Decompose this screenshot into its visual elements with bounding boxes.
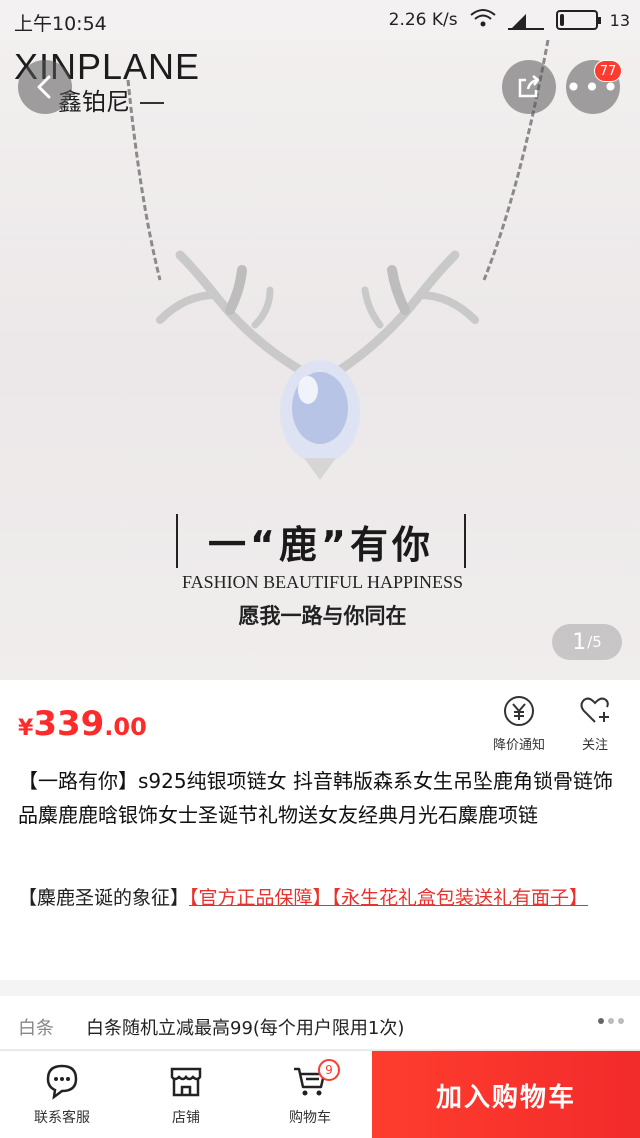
baitiao-label: 白条 [18, 1018, 54, 1039]
image-tagline-en: FASHION BEAUTIFUL HAPPINESS [181, 572, 464, 592]
more-dots-icon [598, 1018, 624, 1024]
section-divider [0, 980, 640, 996]
tag-official[interactable]: 【官方正品保障】 [189, 887, 332, 909]
price-alert-label: 降价通知 [492, 738, 545, 753]
shop-button[interactable]: 店铺 [136, 1061, 236, 1127]
contact-service-button[interactable]: 联系客服 [12, 1061, 112, 1127]
product-detail-page: 上午10:54 2.26 K/s 13 XINPLANE 鑫铂尼 ••• 77 … [0, 0, 640, 1138]
heart-plus-icon [580, 697, 609, 723]
product-price: ¥339.00 [18, 704, 147, 744]
page-total: /5 [587, 633, 602, 651]
network-speed: 2.26 K/s [388, 10, 458, 30]
follow-button[interactable]: 关注 [560, 694, 630, 753]
message-badge: 77 [594, 60, 622, 82]
status-bar: 上午10:54 2.26 K/s 13 [0, 0, 640, 40]
share-button[interactable] [502, 60, 556, 114]
price-integer: 339 [33, 704, 105, 744]
product-title: 【一路有你】s925纯银项链女 抖音韩版森系女生吊坠鹿角锁骨链饰品麋鹿鹿晗银饰女… [18, 769, 613, 827]
share-icon [518, 75, 540, 98]
page-current: 1 [572, 629, 587, 655]
battery-level [559, 14, 565, 26]
battery-percent: 13 [609, 10, 630, 30]
shop-label: 店铺 [172, 1110, 200, 1126]
add-to-cart-button[interactable]: 加入购物车 [372, 1051, 640, 1138]
image-tagline-cn: 愿我一路与你同在 [238, 604, 407, 628]
product-tags: 【麋鹿圣诞的象征】【官方正品保障】【永生花礼盒包装送礼有面子】 [18, 882, 628, 914]
cart-count-badge: 9 [318, 1059, 340, 1081]
image-slogan: 一“鹿”有你 [176, 514, 466, 568]
product-image-carousel[interactable]: XINPLANE 鑫铂尼 ••• 77 一“鹿”有你 FASHION BEAUT… [0, 40, 640, 680]
wifi-icon [470, 8, 496, 32]
image-page-indicator: 1/5 [552, 624, 622, 660]
back-arrow-icon [37, 75, 51, 99]
follow-label: 关注 [581, 738, 608, 753]
back-button[interactable] [18, 60, 72, 114]
chat-icon [46, 1064, 78, 1100]
brand-name-cn: 鑫铂尼 [58, 82, 164, 117]
signal-icon [507, 10, 544, 30]
price-alert-icon [504, 696, 534, 726]
price-section: ¥339.00 降价通知 关注 [0, 680, 640, 766]
tag-plain: 【麋鹿圣诞的象征】 [18, 887, 190, 909]
baitiao-text: 白条随机立减最高99(每个用户限用1次) [86, 1018, 405, 1039]
battery-icon [555, 10, 601, 30]
cart-label: 购物车 [289, 1110, 331, 1126]
contact-service-label: 联系客服 [34, 1110, 90, 1126]
status-right: 2.26 K/s 13 [389, 8, 630, 32]
status-time: 上午10:54 [14, 13, 107, 35]
price-alert-button[interactable]: 降价通知 [484, 694, 554, 753]
baitiao-row[interactable]: 白条 白条随机立减最高99(每个用户限用1次) [0, 996, 640, 1050]
price-currency: ¥ [18, 716, 34, 741]
shop-icon [170, 1067, 202, 1097]
tag-gift-box[interactable]: 【永生花礼盒包装送礼有面子】 [332, 887, 589, 909]
price-decimal: .00 [104, 713, 147, 741]
cart-button[interactable]: 9 购物车 [260, 1059, 360, 1127]
bottom-action-bar: 联系客服 店铺 9 购物车 加入购物车 [0, 1050, 640, 1138]
